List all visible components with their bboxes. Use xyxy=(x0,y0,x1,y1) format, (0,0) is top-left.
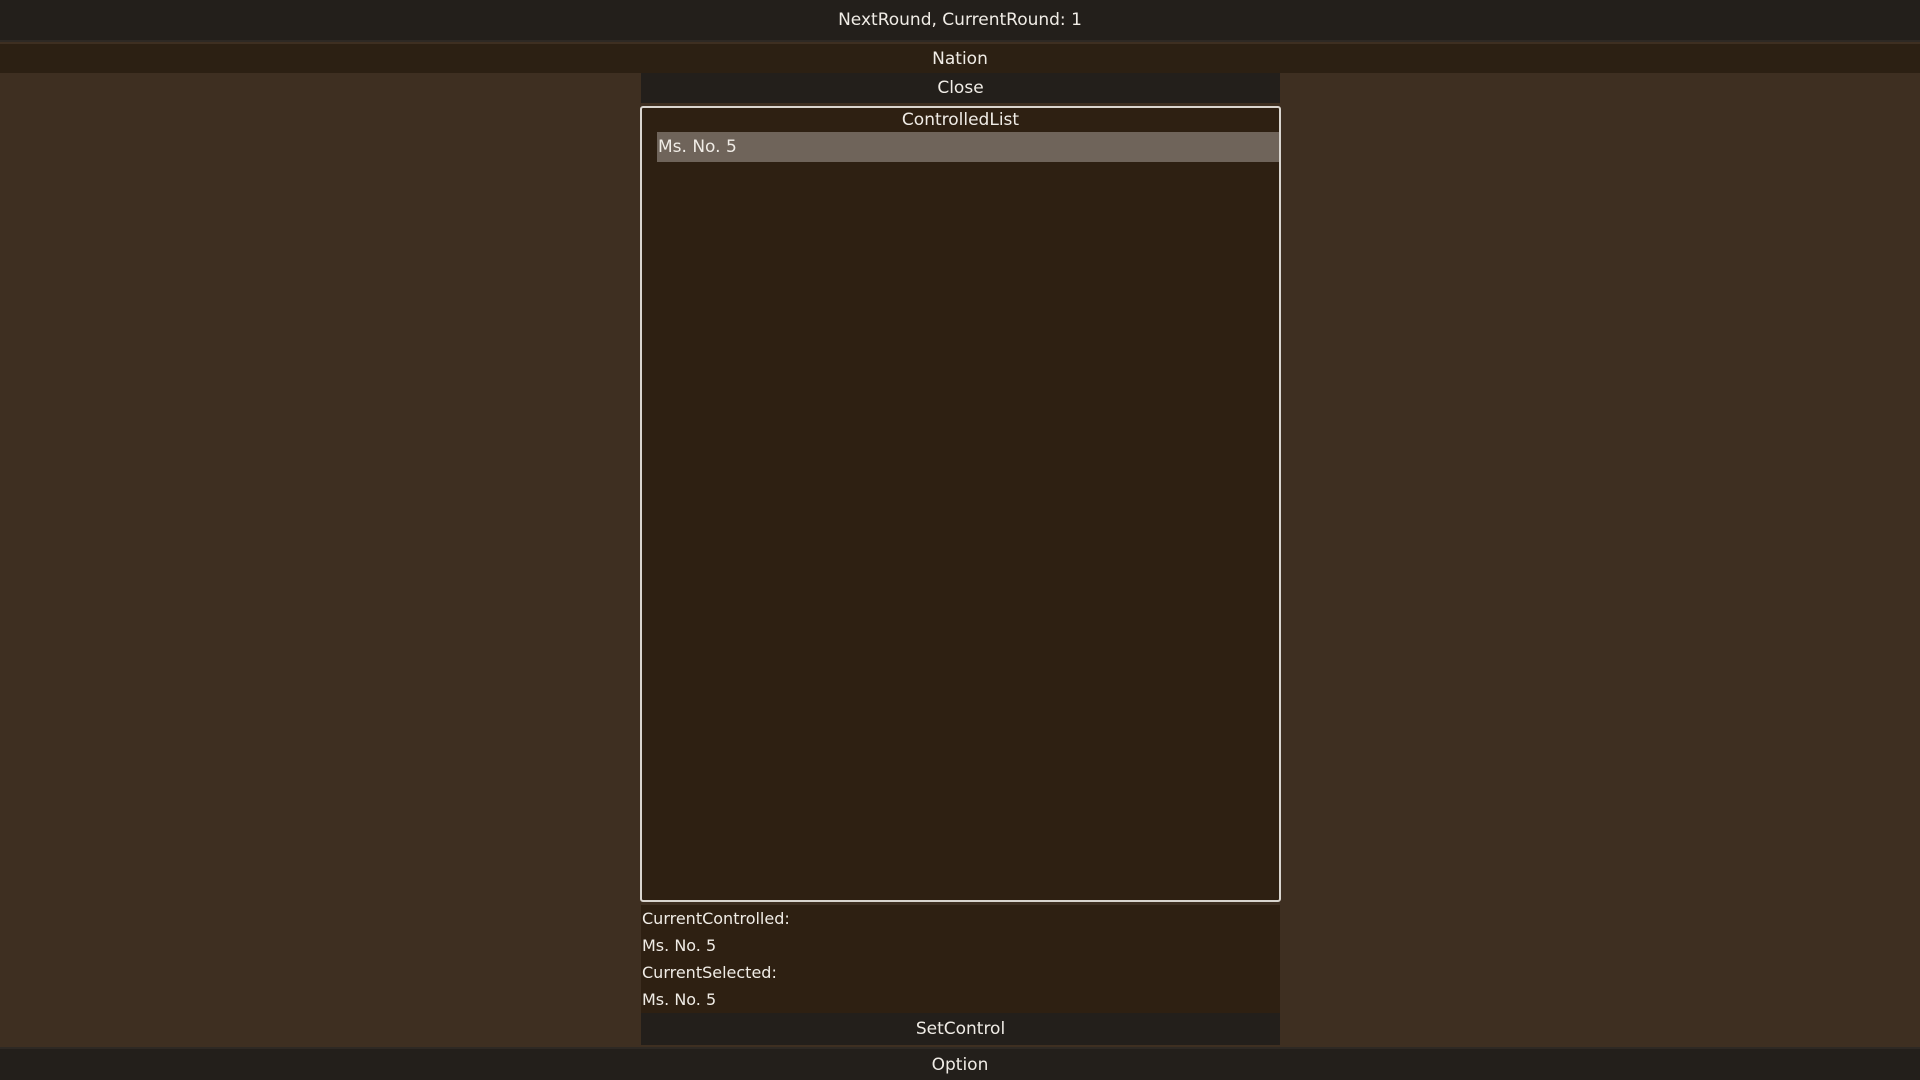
next-round-label: NextRound, CurrentRound: 1 xyxy=(838,10,1082,30)
option-label: Option xyxy=(931,1054,989,1075)
list-item-label: Ms. No. 5 xyxy=(658,137,737,157)
current-selected-value: Ms. No. 5 xyxy=(642,990,717,1009)
controlled-list-title: ControlledList xyxy=(901,110,1020,130)
current-controlled-label: CurrentControlled: xyxy=(642,909,790,928)
close-button-label: Close xyxy=(937,78,984,98)
close-button[interactable]: Close xyxy=(641,73,1280,103)
control-info: CurrentControlled: Ms. No. 5 CurrentSele… xyxy=(641,905,1280,1013)
nation-title: Nation xyxy=(932,48,988,69)
current-controlled-value: Ms. No. 5 xyxy=(642,936,717,955)
nation-header: Nation xyxy=(0,44,1920,73)
controlled-list: ControlledList Ms. No. 5 xyxy=(640,106,1281,902)
option-button[interactable]: Option xyxy=(0,1047,1920,1080)
set-control-label: SetControl xyxy=(915,1019,1006,1039)
list-item[interactable]: Ms. No. 5 xyxy=(657,132,1279,162)
next-round-button[interactable]: NextRound, CurrentRound: 1 xyxy=(0,0,1920,42)
set-control-button[interactable]: SetControl xyxy=(641,1013,1280,1045)
current-selected-label: CurrentSelected: xyxy=(642,963,777,982)
nation-panel: Close ControlledList Ms. No. 5 CurrentCo… xyxy=(640,73,1281,1045)
